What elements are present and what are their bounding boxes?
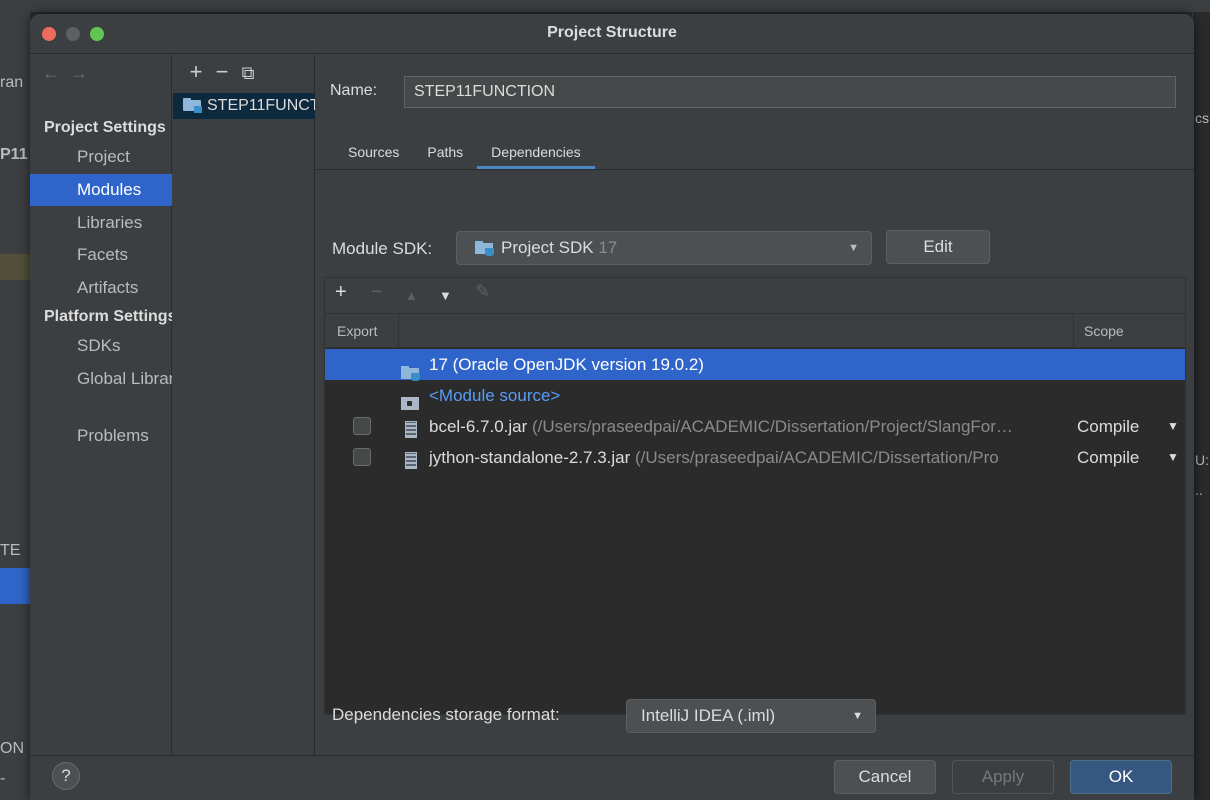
background-selection bbox=[0, 568, 30, 604]
module-folder-icon bbox=[183, 98, 202, 113]
tab-paths[interactable]: Paths bbox=[413, 137, 477, 167]
move-up-icon: ▲ bbox=[405, 288, 418, 303]
tab-dependencies[interactable]: Dependencies bbox=[477, 137, 595, 169]
background-left-panel: ran P11 TE ON - bbox=[0, 12, 30, 800]
background-highlight bbox=[0, 254, 30, 280]
modules-toolbar: + − ⧉ bbox=[183, 59, 261, 85]
project-structure-dialog: Project Structure ←→ Project Settings Pr… bbox=[30, 14, 1194, 800]
dependency-name: bcel-6.7.0.jar bbox=[429, 417, 528, 436]
name-label: Name: bbox=[330, 82, 378, 99]
dependency-row-jython[interactable]: jython-standalone-2.7.3.jar (/Users/pras… bbox=[325, 442, 1185, 473]
dependencies-header: Export Scope bbox=[325, 314, 1185, 348]
nav-item-modules[interactable]: Modules bbox=[30, 174, 172, 206]
dependency-name: 17 (Oracle OpenJDK version 19.0.2) bbox=[429, 355, 704, 374]
module-sdk-version: 17 bbox=[598, 238, 618, 257]
background-top-strip bbox=[0, 0, 1210, 12]
dependency-row-module-source[interactable]: <Module source> bbox=[325, 380, 1185, 411]
nav-item-problems[interactable]: Problems bbox=[30, 420, 172, 452]
project-settings-header: Project Settings bbox=[44, 119, 166, 136]
help-button[interactable]: ? bbox=[52, 762, 80, 790]
dependency-label: bcel-6.7.0.jar (/Users/praseedpai/ACADEM… bbox=[429, 411, 1077, 442]
nav-item-global-libraries[interactable]: Global Libraries bbox=[30, 363, 172, 395]
jar-icon bbox=[405, 448, 417, 479]
background-text: cs bbox=[1195, 110, 1209, 126]
background-text: U: bbox=[1195, 452, 1209, 468]
module-tabs: Sources Paths Dependencies bbox=[334, 137, 595, 169]
background-text: ON bbox=[0, 740, 24, 757]
chevron-down-icon[interactable]: ▼ bbox=[1167, 442, 1179, 473]
module-item[interactable]: STEP11FUNCTION bbox=[173, 93, 315, 119]
nav-item-facets[interactable]: Facets bbox=[30, 239, 172, 271]
module-sdk-label: Module SDK: bbox=[332, 239, 433, 258]
add-module-icon[interactable]: + bbox=[183, 59, 209, 85]
title-bar[interactable]: Project Structure bbox=[30, 14, 1194, 54]
background-text: - bbox=[0, 770, 6, 787]
module-name-field[interactable]: STEP11FUNCTION bbox=[404, 76, 1176, 108]
export-column-header[interactable]: Export bbox=[325, 314, 399, 348]
dependencies-toolbar: + − ▲ ▼ ✎ bbox=[325, 278, 1185, 314]
remove-dependency-icon: − bbox=[371, 281, 383, 303]
edit-sdk-button[interactable]: Edit bbox=[886, 230, 990, 264]
scope-value[interactable]: Compile bbox=[1077, 442, 1139, 473]
tabs-divider bbox=[316, 169, 1194, 170]
move-down-icon[interactable]: ▼ bbox=[439, 288, 452, 303]
sdk-folder-icon bbox=[475, 241, 494, 256]
dialog-title: Project Structure bbox=[547, 24, 677, 41]
dependency-name: jython-standalone-2.7.3.jar bbox=[429, 448, 631, 467]
storage-format-dropdown[interactable]: IntelliJ IDEA (.iml) ▼ bbox=[626, 699, 876, 733]
tab-sources[interactable]: Sources bbox=[334, 137, 413, 167]
background-text: TE bbox=[0, 542, 21, 559]
back-arrow-icon[interactable]: ← bbox=[42, 63, 70, 83]
nav-item-libraries[interactable]: Libraries bbox=[30, 207, 172, 239]
dialog-footer: ? Cancel Apply OK bbox=[30, 755, 1194, 800]
apply-button: Apply bbox=[952, 760, 1054, 794]
dependency-label: jython-standalone-2.7.3.jar (/Users/pras… bbox=[429, 442, 1077, 473]
ok-button[interactable]: OK bbox=[1070, 760, 1172, 794]
cancel-button[interactable]: Cancel bbox=[834, 760, 936, 794]
module-settings-panel: Name: STEP11FUNCTION Sources Paths Depende… bbox=[316, 55, 1194, 755]
module-name: STEP11FUNCTION bbox=[207, 97, 315, 114]
copy-module-icon[interactable]: ⧉ bbox=[235, 63, 261, 84]
module-sdk-value: Project SDK bbox=[501, 238, 594, 257]
dependency-row-bcel[interactable]: bcel-6.7.0.jar (/Users/praseedpai/ACADEM… bbox=[325, 411, 1185, 442]
modules-list-panel: +−⧉ STEP11FUNCTION bbox=[173, 55, 315, 755]
storage-format-label: Dependencies storage format: bbox=[332, 705, 560, 724]
nav-item-sdks[interactable]: SDKs bbox=[30, 330, 172, 362]
settings-sidebar: ←→ Project Settings Project Modules Libr… bbox=[30, 55, 172, 755]
nav-item-project[interactable]: Project bbox=[30, 141, 172, 173]
forward-arrow-icon[interactable]: → bbox=[70, 63, 98, 83]
dependency-path: (/Users/praseedpai/ACADEMIC/Dissertation… bbox=[527, 417, 1013, 436]
background-text: .. bbox=[1195, 482, 1203, 498]
nav-arrows: ←→ bbox=[42, 63, 98, 84]
dependency-name: <Module source> bbox=[429, 386, 561, 405]
export-checkbox[interactable] bbox=[353, 417, 371, 435]
chevron-down-icon[interactable]: ▼ bbox=[1167, 411, 1179, 442]
dependency-row-sdk[interactable]: 17 (Oracle OpenJDK version 19.0.2) bbox=[325, 349, 1185, 381]
module-sdk-dropdown[interactable]: Project SDK 17 ▼ bbox=[456, 231, 872, 265]
edit-pencil-icon: ✎ bbox=[475, 281, 491, 301]
scope-column-header[interactable]: Scope bbox=[1073, 314, 1187, 348]
chevron-down-icon: ▼ bbox=[848, 242, 859, 254]
scope-value[interactable]: Compile bbox=[1077, 411, 1139, 442]
background-text: P11 bbox=[0, 146, 28, 163]
dependencies-table: + − ▲ ▼ ✎ Export Scope 17 (Oracle OpenJD… bbox=[324, 277, 1186, 715]
background-right-panel: cs U: .. bbox=[1192, 12, 1210, 800]
background-text: ran bbox=[0, 74, 24, 91]
platform-settings-header: Platform Settings bbox=[44, 308, 172, 325]
chevron-down-icon: ▼ bbox=[852, 710, 863, 722]
export-checkbox[interactable] bbox=[353, 448, 371, 466]
nav-item-artifacts[interactable]: Artifacts bbox=[30, 272, 172, 304]
remove-module-icon[interactable]: − bbox=[209, 59, 235, 85]
dependency-path: (/Users/praseedpai/ACADEMIC/Dissertation… bbox=[630, 448, 999, 467]
storage-format-value: IntelliJ IDEA (.iml) bbox=[641, 706, 776, 725]
add-dependency-icon[interactable]: + bbox=[335, 281, 347, 304]
